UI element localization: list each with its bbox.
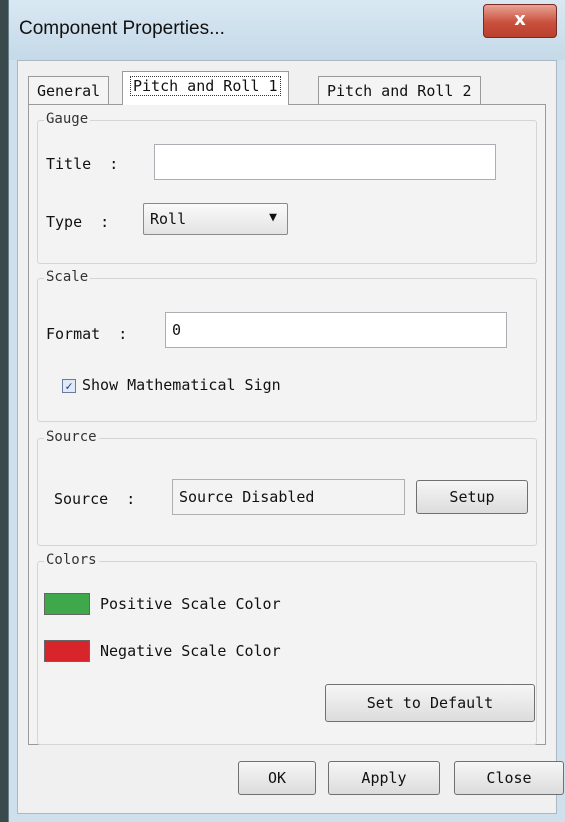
- close-icon: x: [514, 9, 526, 30]
- set-to-default-button[interactable]: Set to Default: [325, 684, 535, 722]
- dialog-client-area: General Pitch and Roll 1 Pitch and Roll …: [17, 60, 564, 814]
- source-field: Source Disabled: [172, 479, 405, 515]
- tab-general[interactable]: General: [28, 76, 110, 104]
- colors-group: Colors Positive Scale Color Negative Sca…: [37, 552, 537, 745]
- close-window-button[interactable]: x: [483, 4, 557, 38]
- tab-pitch-and-roll-1-label: Pitch and Roll 1: [130, 76, 281, 96]
- title-label: Title :: [46, 155, 119, 173]
- title-bar[interactable]: Component Properties... x: [9, 0, 565, 60]
- positive-color-label: Positive Scale Color: [100, 595, 281, 613]
- gauge-group: Gauge Title : Type : Roll ▼: [37, 111, 537, 264]
- tab-pitch-and-roll-2[interactable]: Pitch and Roll 2: [318, 76, 481, 104]
- colors-legend: Colors: [44, 552, 99, 568]
- type-select-value: Roll: [150, 210, 187, 228]
- type-select[interactable]: Roll ▼: [143, 203, 288, 235]
- source-label: Source :: [54, 490, 136, 508]
- show-sign-label: Show Mathematical Sign: [82, 376, 281, 394]
- close-button[interactable]: Close: [454, 761, 564, 795]
- tab-pitch-and-roll-1[interactable]: Pitch and Roll 1: [122, 71, 289, 105]
- window-title: Component Properties...: [19, 18, 225, 39]
- tab-panel: Gauge Title : Type : Roll ▼ Scale Format…: [28, 104, 546, 745]
- format-label: Format :: [46, 325, 128, 343]
- gauge-legend: Gauge: [44, 111, 91, 127]
- setup-button[interactable]: Setup: [416, 480, 528, 514]
- apply-button[interactable]: Apply: [328, 761, 440, 795]
- tab-pitch-and-roll-2-label: Pitch and Roll 2: [327, 82, 472, 100]
- show-sign-checkbox[interactable]: ✓: [62, 379, 76, 393]
- ok-button[interactable]: OK: [238, 761, 316, 795]
- scale-legend: Scale: [44, 269, 91, 285]
- component-properties-dialog: Component Properties... x General Pitch …: [8, 0, 565, 822]
- scale-group: Scale Format : 0 ✓ Show Mathematical Sig…: [37, 269, 537, 422]
- tab-general-label: General: [37, 82, 101, 100]
- negative-color-label: Negative Scale Color: [100, 642, 281, 660]
- source-group: Source Source : Source Disabled Setup: [37, 429, 537, 546]
- source-legend: Source: [44, 429, 99, 445]
- negative-color-swatch[interactable]: [44, 640, 90, 662]
- type-label: Type :: [46, 213, 110, 231]
- format-input[interactable]: 0: [165, 312, 507, 348]
- chevron-down-icon: ▼: [269, 210, 277, 225]
- positive-color-swatch[interactable]: [44, 593, 90, 615]
- checkmark-icon: ✓: [65, 379, 73, 393]
- title-input[interactable]: [154, 144, 496, 180]
